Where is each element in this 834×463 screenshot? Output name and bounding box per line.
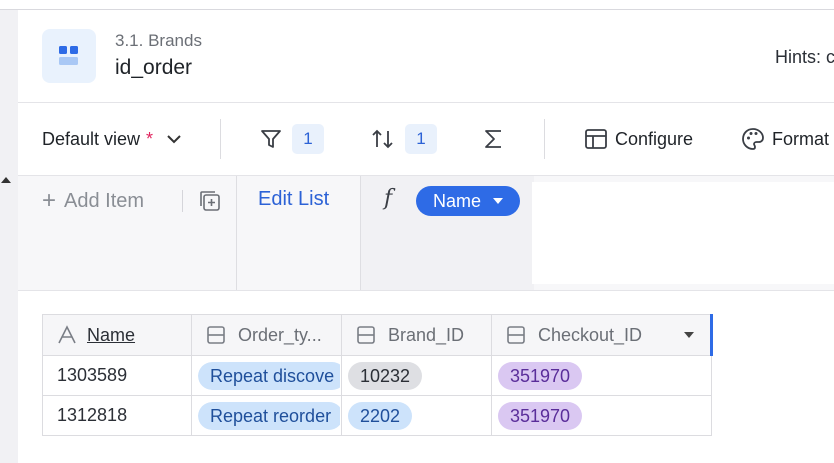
field-pill-label: Name: [432, 190, 481, 211]
table-row[interactable]: 1303589 Repeat discove 10232 351970: [42, 355, 712, 396]
cell-name[interactable]: 1303589: [42, 355, 192, 396]
table-row[interactable]: 1312818 Repeat reorder 2202 351970: [42, 395, 712, 436]
view-toolbar: Default view * 1 1 Configure Format: [18, 103, 834, 176]
duplicate-icon[interactable]: [198, 189, 222, 213]
column-header-label: Brand_ID: [388, 324, 465, 345]
left-sidebar-strip: [0, 10, 18, 463]
caret-down-icon: [493, 198, 503, 204]
app-icon: [42, 29, 96, 83]
page-header: 3.1. Brands id_order Hints: c: [18, 10, 834, 103]
add-item-label: Add Item: [64, 189, 145, 212]
column-header-brand-id[interactable]: Brand_ID: [341, 314, 492, 356]
sigma-icon: [485, 130, 501, 148]
filter-button[interactable]: 1: [260, 103, 324, 175]
linked-record-chip[interactable]: 351970: [498, 401, 583, 430]
view-modified-marker: *: [146, 128, 154, 149]
linked-record-chip[interactable]: 351970: [498, 361, 583, 390]
cell-order-type[interactable]: Repeat reorder: [191, 395, 342, 436]
cell-brand-id[interactable]: 2202: [341, 395, 492, 436]
link-type-icon: [357, 326, 375, 344]
sort-icon: [372, 129, 393, 149]
cell-checkout-id[interactable]: 351970: [491, 395, 712, 436]
formula-icon: f: [384, 186, 393, 211]
page-title: id_order: [115, 56, 193, 79]
column-header-label: Order_ty...: [238, 324, 322, 345]
linked-record-chip[interactable]: Repeat discove: [198, 361, 340, 390]
configure-label: Configure: [615, 128, 694, 149]
link-type-icon: [207, 326, 225, 344]
link-type-icon: [507, 326, 525, 344]
toolbar-divider: [220, 119, 221, 159]
formula-input[interactable]: [532, 182, 834, 284]
view-name: Default view: [42, 128, 141, 149]
text-type-icon: [58, 325, 76, 344]
cell-checkout-id[interactable]: 351970: [491, 355, 712, 396]
palette-icon: [742, 128, 764, 150]
view-selector[interactable]: Default view *: [42, 103, 181, 175]
list-bar-divider: [236, 176, 237, 290]
column-header-label: Name: [87, 324, 136, 345]
chevron-down-icon: [167, 135, 181, 144]
toolbar-divider: [544, 119, 545, 159]
summary-button[interactable]: [483, 103, 503, 175]
data-grid: Name Order_ty... Brand_ID Checkout_ID 13…: [42, 314, 713, 436]
sort-button[interactable]: 1: [371, 103, 437, 175]
field-pill-name[interactable]: Name: [416, 186, 520, 216]
list-bar-divider: [182, 190, 183, 212]
filter-count-badge: 1: [292, 124, 324, 154]
column-menu-caret-icon[interactable]: [684, 332, 694, 338]
format-button[interactable]: Format: [741, 103, 829, 175]
scroll-up-arrow-icon[interactable]: [1, 177, 11, 183]
column-header-order-type[interactable]: Order_ty...: [191, 314, 342, 356]
configure-button[interactable]: Configure: [584, 103, 693, 175]
format-label: Format: [772, 128, 830, 149]
hints-label: Hints: c: [775, 47, 834, 67]
linked-record-chip[interactable]: 10232: [348, 361, 423, 390]
cell-order-type[interactable]: Repeat discove: [191, 355, 342, 396]
list-bar: + Add Item Edit List f Name: [18, 176, 834, 291]
breadcrumb[interactable]: 3.1. Brands: [115, 31, 202, 51]
linked-record-chip[interactable]: 2202: [348, 401, 413, 430]
header-row: Name Order_ty... Brand_ID Checkout_ID: [42, 314, 713, 356]
edit-list-button[interactable]: Edit List: [258, 188, 329, 211]
filter-icon: [261, 130, 281, 148]
column-header-label: Checkout_ID: [538, 324, 643, 345]
plus-icon: +: [42, 187, 57, 214]
column-header-checkout-id[interactable]: Checkout_ID: [491, 314, 713, 356]
cell-name[interactable]: 1312818: [42, 395, 192, 436]
add-item-button[interactable]: + Add Item: [42, 188, 144, 214]
cell-brand-id[interactable]: 10232: [341, 355, 492, 396]
column-header-name[interactable]: Name: [42, 314, 192, 356]
table-layout-icon: [585, 129, 607, 149]
linked-record-chip[interactable]: Repeat reorder: [198, 401, 340, 430]
layout-icon: [59, 46, 78, 65]
sort-count-badge: 1: [405, 124, 437, 154]
